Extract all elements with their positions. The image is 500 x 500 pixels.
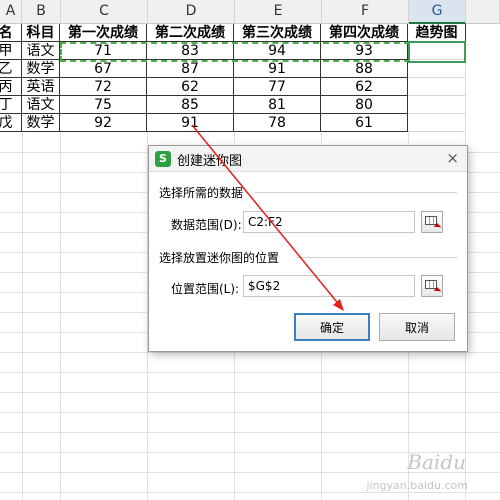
table-cell-score-2[interactable]: 91 [147,114,234,132]
column-header-b[interactable]: B [22,0,61,24]
gridline [60,132,61,500]
divider [297,257,457,258]
header-subject[interactable]: 科目 [22,24,60,42]
table-cell-score-4[interactable]: 61 [321,114,408,132]
location-range-label: 位置范围(L): [171,282,240,296]
data-range-input[interactable] [243,211,415,233]
gridline [22,132,23,500]
table-cell-score-2[interactable]: 62 [147,78,234,96]
table-cell-score-4[interactable]: 80 [321,96,408,114]
table-cell-score-4[interactable]: 88 [321,60,408,78]
ok-button[interactable]: 确定 [294,313,370,341]
data-range-label: 数据范围(D): [171,218,242,232]
table-cell-trend[interactable] [408,78,466,96]
location-range-input[interactable] [243,275,415,297]
dialog-title: 创建迷你图 [177,154,243,169]
section-data-label: 选择所需的数据 [159,186,244,200]
header-name[interactable]: 名 [0,24,22,42]
gridline [0,412,500,413]
table-cell-score-3[interactable]: 78 [234,114,321,132]
close-icon[interactable]: × [446,149,459,167]
wps-logo-icon: S [155,151,171,167]
table-cell-subject[interactable]: 语文 [22,96,60,114]
data-range-picker-button[interactable] [421,211,443,233]
gridline [0,392,500,393]
table-cell-score-1[interactable]: 71 [60,42,147,60]
table-cell-trend[interactable] [408,114,466,132]
table-cell-score-1[interactable]: 72 [60,78,147,96]
table-cell-trend[interactable] [408,42,466,60]
section-location-label: 选择放置迷你图的位置 [159,251,280,265]
column-header-a[interactable]: A [0,0,22,24]
column-header-d[interactable]: D [148,0,235,24]
column-header-f[interactable]: F [322,0,409,24]
table-cell-score-4[interactable]: 93 [321,42,408,60]
baidu-watermark: Baidu [407,450,466,474]
table-cell-subject[interactable]: 数学 [22,114,60,132]
table-cell-name[interactable]: 甲 [0,42,22,60]
table-cell-score-1[interactable]: 67 [60,60,147,78]
table-cell-score-3[interactable]: 77 [234,78,321,96]
create-sparkline-dialog: S 创建迷你图 × 选择所需的数据 数据范围(D): 选择放置迷你图的位置 位置… [148,145,468,352]
table-cell-trend[interactable] [408,96,466,114]
table-cell-subject[interactable]: 数学 [22,60,60,78]
header-trend[interactable]: 趋势图 [408,24,466,42]
header-score-1[interactable]: 第一次成绩 [60,24,147,42]
table-cell-subject[interactable]: 英语 [22,78,60,96]
arrow-icon [433,287,442,295]
column-header-c[interactable]: C [61,0,148,24]
table-cell-score-2[interactable]: 87 [147,60,234,78]
table-cell-score-3[interactable]: 81 [234,96,321,114]
baidu-watermark-sub: jingyan.baidu.com [366,479,468,492]
table-cell-score-3[interactable]: 91 [234,60,321,78]
column-header-empty[interactable] [466,0,500,24]
divider [255,192,457,193]
header-score-2[interactable]: 第二次成绩 [147,24,234,42]
table-cell-name[interactable]: 乙 [0,60,22,78]
table-cell-trend[interactable] [408,60,466,78]
table-cell-score-3[interactable]: 94 [234,42,321,60]
gridline [0,432,500,433]
table-cell-name[interactable]: 丙 [0,78,22,96]
table-cell-score-2[interactable]: 83 [147,42,234,60]
header-score-4[interactable]: 第四次成绩 [321,24,408,42]
arrow-icon [433,223,442,231]
gridline [0,372,500,373]
cancel-button[interactable]: 取消 [379,313,455,341]
table-cell-name[interactable]: 戊 [0,114,22,132]
column-header-e[interactable]: E [235,0,322,24]
column-header-g[interactable]: G [409,0,466,24]
table-cell-score-1[interactable]: 92 [60,114,147,132]
table-cell-name[interactable]: 丁 [0,96,22,114]
gridline [0,492,500,493]
header-score-3[interactable]: 第三次成绩 [234,24,321,42]
gridline [0,352,500,353]
table-cell-score-2[interactable]: 85 [147,96,234,114]
dialog-titlebar[interactable]: S 创建迷你图 × [149,146,467,172]
table-cell-subject[interactable]: 语文 [22,42,60,60]
location-range-picker-button[interactable] [421,275,443,297]
table-cell-score-1[interactable]: 75 [60,96,147,114]
table-cell-score-4[interactable]: 62 [321,78,408,96]
